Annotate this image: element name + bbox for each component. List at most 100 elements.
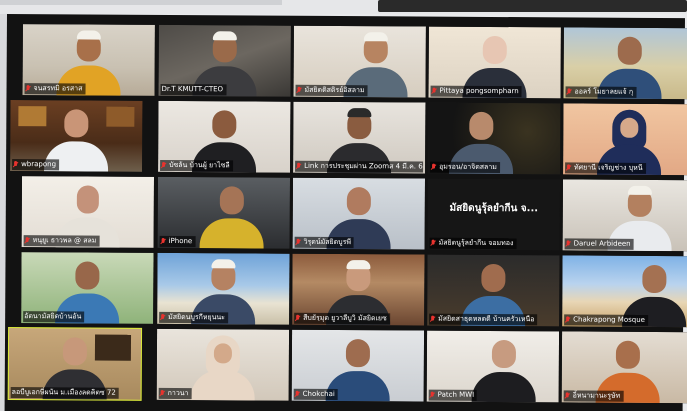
participant-tile-active-speaker[interactable]: ลอบีบูเอกษี่ผนัน ม.เมืองลดคิตซ 72 [7,327,143,401]
participant-tile[interactable]: Chakrapong Mosque [562,255,687,328]
participant-name-label: สืบยัรฺมุต ยูวาลีบูวิ มัสยิดเยซ [294,312,390,325]
participant-name: Pittaya pongsompharn [439,86,519,96]
mic-muted-icon [430,316,435,323]
participant-name-label: ทัศยานี เจริญช่าง บุหนี [565,162,646,174]
mic-muted-icon [161,238,166,245]
video-off-name: มัสยิดนูรุ้ลยำกีน จ... [449,202,539,215]
mic-muted-icon [161,162,166,169]
participant-tile[interactable]: ทัศยานี เจริญช่าง บุหนี [563,103,687,176]
mic-muted-icon [431,240,436,247]
background-window-strip [0,0,687,14]
mic-muted-icon [566,240,571,247]
participant-name: ทัศยานี เจริญช่าง บุหนี [574,163,643,172]
mic-muted-icon [565,392,570,399]
participant-name: Dr.T KMUTT-CTEO [161,84,224,94]
participant-tile[interactable]: Daruel Arbideen [562,179,687,252]
participant-name-label: มัสยิดสาธุดหลดดี บ้านครัวเหนือ [429,313,538,326]
participant-video [196,186,266,249]
participant-name: อุมรอน/อาจิตสลาม [439,162,497,171]
mic-muted-icon [565,316,570,323]
participant-name-label: มัสยิดนบูรกีหยุนนะ [159,311,228,324]
participant-name-label: อิ้หนามานะรูษัท [563,390,624,402]
participant-name-label: มัสยิดนูรุ้ลยำกีน จอมทอง [429,237,517,250]
participant-name-label: iPhone [159,235,196,248]
participant-tile[interactable]: วิรุตน์มัสยิดบูรพี [292,177,426,250]
participant-tile[interactable]: Patch MWI [426,330,560,403]
participant-tile[interactable]: iPhone [157,176,291,249]
background-window-dark-bar [378,0,687,12]
participant-name: หนุยูเ ธาวพล @ สลม [32,236,97,245]
mic-muted-icon [297,87,302,94]
mic-muted-icon [160,390,165,397]
participant-name: Daruel Arbideen [573,239,631,248]
participant-tile-video-off[interactable]: มัสยิดนูรุ้ลยำกีน จ... มัสยิดนูรุ้ลยำกีน… [427,178,561,251]
mic-muted-icon [567,88,572,95]
participant-tile[interactable]: หนุยูเ ธาวพล @ สลม [21,176,155,248]
participant-name-label: Chokchai [293,388,338,401]
participant-name: มัสยิดดิสติรย์อิสลาม [304,85,365,95]
participant-name: บัซล้น บ้านผู้ ยาไซลี [169,160,230,170]
participant-tile[interactable]: มัสยิดนบูรกีหยุนนะ [157,252,290,325]
participant-name: สืบยัรฺมุต ยูวาลีบูวิ มัสยิดเยซ [303,313,387,323]
participant-name: จนสรทมิ อรสาส [33,84,83,93]
participant-tile[interactable]: Pittaya pongsompharn [428,26,561,99]
participant-name: กาวนา [167,388,189,398]
participant-name: Patch MWI [437,390,475,399]
participant-name-label: หนุยูเ ธาวพล @ สลม [23,235,100,247]
mic-muted-icon [432,88,437,95]
participant-tile[interactable]: ออลร์ โมยาลยแจ้ กุ [563,27,687,100]
mic-muted-icon [295,315,300,322]
participant-name-label: อัตนามัสยิดบ้านอัน [23,311,85,323]
participant-name-label: Link การประชุมผ่าน Zoomส 4 มี.ค. 66... [295,160,424,173]
participant-name: มัสยิดสาธุดหลดดี บ้านครัวเหนือ [438,314,535,324]
participant-tile[interactable]: อิ้หนามานะรูษัท [561,331,687,404]
participant-name: iPhone [168,236,193,246]
participant-video [188,335,258,401]
participant-name-label: จนสรทมิ อรสาส [24,83,86,95]
participant-tile[interactable]: บัซล้น บ้านผู้ ยาไซลี [158,100,291,173]
participant-video [468,339,538,403]
mic-muted-icon [296,239,301,246]
participant-name: อัตนามัสยิดบ้านอัน [24,312,82,321]
participant-name: มัสยิดนูรุ้ลยำกีน จอมทอง [438,238,514,248]
participant-name: ลอบีบูเอกษี่ผนัน ม.เมืองลดคิตซ 72 [11,388,116,397]
participant-name-label: Pittaya pongsompharn [430,85,522,98]
mic-muted-icon [296,163,301,170]
background-window-bar [0,0,282,5]
participant-name: Chakrapong Mosque [573,315,645,324]
mic-muted-icon [430,392,435,399]
mic-muted-icon [160,314,165,321]
participant-tile[interactable]: อุมรอน/อาจิตสลาม [428,102,561,175]
participant-name-label: กาวนา [158,387,192,400]
participant-tile[interactable]: มัสยิดดิสติรย์อิสลาม [293,25,426,98]
participant-tile[interactable]: Link การประชุมผ่าน Zoomส 4 มี.ค. 66... [293,101,426,174]
participant-name-label: บัซล้น บ้านผู้ ยาไซลี [160,159,233,172]
participant-name-label: ลอบีบูเอกษี่ผนัน ม.เมืองลดคิตซ 72 [10,387,119,399]
participant-tile[interactable]: อัตนามัสยิดบ้านอัน [21,252,154,324]
mic-muted-icon [295,391,300,398]
participant-name: อิ้หนามานะรูษัท [572,391,621,400]
participant-name-label: Patch MWI [428,389,478,401]
participant-name: มัสยิดนบูรกีหยุนนะ [168,312,225,322]
participant-name-label: Dr.T KMUTT-CTEO [160,83,227,96]
participant-tile[interactable]: Dr.T KMUTT-CTEO [158,24,291,97]
participant-tile[interactable]: wbrapong [10,100,143,172]
participant-name: wbrapong [21,160,57,169]
participant-name: วิรุตน์มัสยิดบูรพี [303,237,352,247]
mic-muted-icon [13,161,18,168]
participant-tile[interactable]: กาวนา [156,328,290,401]
participant-name-label: Daruel Arbideen [564,238,634,250]
participant-name: ออลร์ โมยาลยแจ้ กุ [574,87,634,96]
participant-name: Link การประชุมผ่าน Zoomส 4 มี.ค. 66... [304,161,424,171]
participant-tile[interactable]: มัสยิดสาธุดหลดดี บ้านครัวเหนือ [427,254,560,327]
video-gallery: จนสรทมิ อรสาส Dr.T KMUTT-CTEO มัสยิดดิสต… [4,14,687,411]
mic-muted-icon [25,237,30,244]
mic-muted-icon [26,85,31,92]
mic-muted-icon [566,164,571,171]
participant-tile[interactable]: สืบยัรฺมุต ยูวาลีบูวิ มัสยิดเยซ [292,253,425,326]
participant-tile[interactable]: Chokchai [291,329,425,402]
participant-name-label: wbrapong [12,159,60,171]
participant-name-label: Chakrapong Mosque [564,314,649,326]
participant-tile[interactable]: จนสรทมิ อรสาส [22,24,155,96]
participant-name-label: ออลร์ โมยาลยแจ้ กุ [565,86,637,98]
